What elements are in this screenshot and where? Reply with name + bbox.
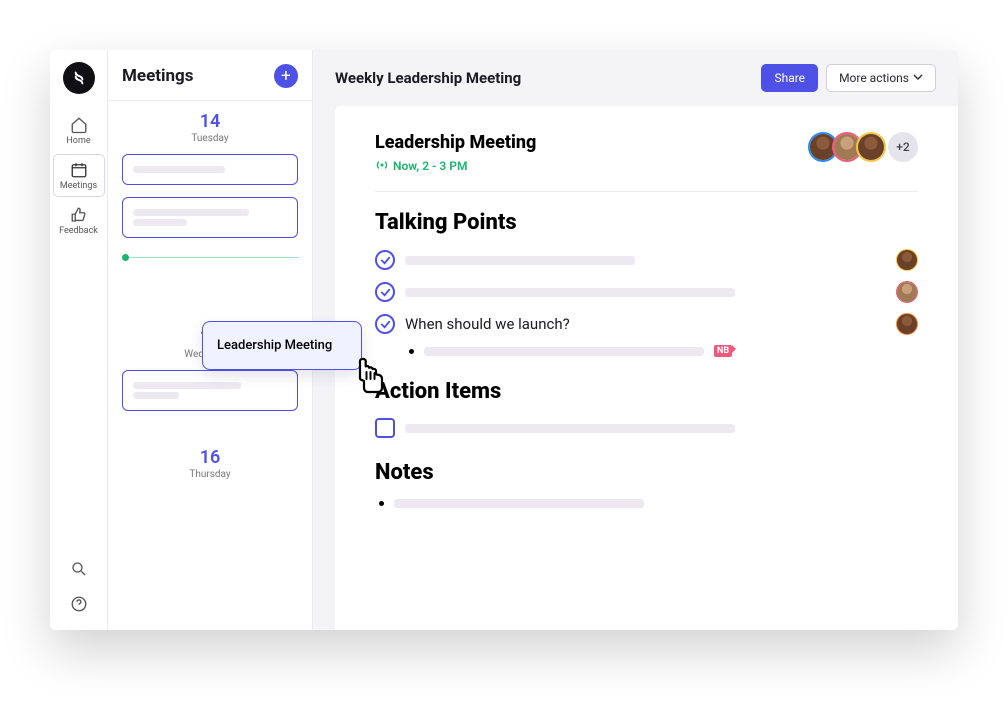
talking-point-item[interactable]	[375, 249, 918, 271]
thumbs-up-icon	[70, 206, 88, 224]
assignee-avatar[interactable]	[896, 281, 918, 303]
nav-label: Feedback	[59, 226, 98, 236]
day-number: 14	[122, 111, 298, 132]
day-header[interactable]: 16 Thursday	[108, 437, 312, 484]
assignee-avatar[interactable]	[896, 249, 918, 271]
now-indicator	[122, 254, 129, 261]
app-window: Home Meetings Feedback Meetings + 14 Tue…	[50, 50, 958, 630]
talking-point-item[interactable]	[375, 281, 918, 303]
share-button[interactable]: Share	[761, 64, 818, 92]
bullet-icon	[409, 349, 414, 354]
bullet-icon	[379, 501, 384, 506]
action-item[interactable]	[375, 418, 918, 438]
home-icon	[70, 116, 88, 134]
new-meeting-button[interactable]: +	[274, 64, 298, 88]
avatar[interactable]	[856, 132, 886, 162]
note-item[interactable]	[379, 499, 918, 508]
calendar-icon	[70, 161, 88, 179]
meeting-content: Leadership Meeting Now, 2 - 3 PM +2 Talk…	[335, 106, 958, 630]
sidebar-title: Meetings	[122, 66, 193, 86]
nav-label: Meetings	[60, 181, 97, 191]
popover-title: Leadership Meeting	[217, 338, 332, 353]
check-icon[interactable]	[375, 250, 395, 270]
assignee-avatar[interactable]	[896, 313, 918, 335]
meeting-popover[interactable]: Leadership Meeting	[202, 321, 362, 370]
help-icon	[70, 595, 88, 613]
live-icon	[375, 159, 389, 173]
day-number: 16	[122, 447, 298, 468]
check-icon[interactable]	[375, 314, 395, 334]
day-name: Tuesday	[122, 133, 298, 144]
section-title-action-items: Action Items	[375, 379, 918, 404]
day-header[interactable]: 14 Tuesday	[108, 101, 312, 148]
nav-search[interactable]	[54, 554, 104, 585]
attendee-avatars[interactable]: +2	[814, 132, 918, 162]
section-title-talking-points: Talking Points	[375, 210, 918, 235]
topbar: Weekly Leadership Meeting Share More act…	[313, 50, 958, 106]
talking-point-item[interactable]: When should we launch?	[375, 313, 918, 335]
meeting-card[interactable]	[122, 154, 298, 185]
section-title-notes: Notes	[375, 460, 918, 485]
nav-item-feedback[interactable]: Feedback	[54, 200, 104, 241]
check-icon[interactable]	[375, 282, 395, 302]
nav-rail: Home Meetings Feedback	[50, 50, 108, 630]
meeting-title: Leadership Meeting	[375, 132, 536, 153]
avatar-overflow[interactable]: +2	[888, 132, 918, 162]
page-title: Weekly Leadership Meeting	[335, 69, 753, 87]
meeting-card[interactable]	[122, 197, 298, 238]
nav-item-meetings[interactable]: Meetings	[54, 155, 104, 196]
talking-point-text: When should we launch?	[405, 315, 570, 333]
search-icon	[70, 560, 88, 578]
chevron-down-icon	[913, 71, 923, 85]
talking-point-subitem[interactable]: NB	[409, 345, 918, 357]
meeting-time: Now, 2 - 3 PM	[375, 159, 536, 173]
nav-label: Home	[66, 136, 90, 146]
main-panel: Weekly Leadership Meeting Share More act…	[313, 50, 958, 630]
meeting-card[interactable]	[122, 370, 298, 411]
checkbox[interactable]	[375, 418, 395, 438]
meeting-header: Leadership Meeting Now, 2 - 3 PM +2	[375, 132, 918, 192]
more-actions-button[interactable]: More actions	[826, 64, 936, 92]
pointer-cursor-icon	[352, 355, 388, 399]
sidebar-header: Meetings +	[108, 50, 312, 101]
nav-item-home[interactable]: Home	[54, 110, 104, 151]
nb-tag: NB	[714, 345, 732, 357]
app-logo[interactable]	[63, 62, 95, 94]
nav-help[interactable]	[54, 589, 104, 620]
day-name: Thursday	[122, 469, 298, 480]
